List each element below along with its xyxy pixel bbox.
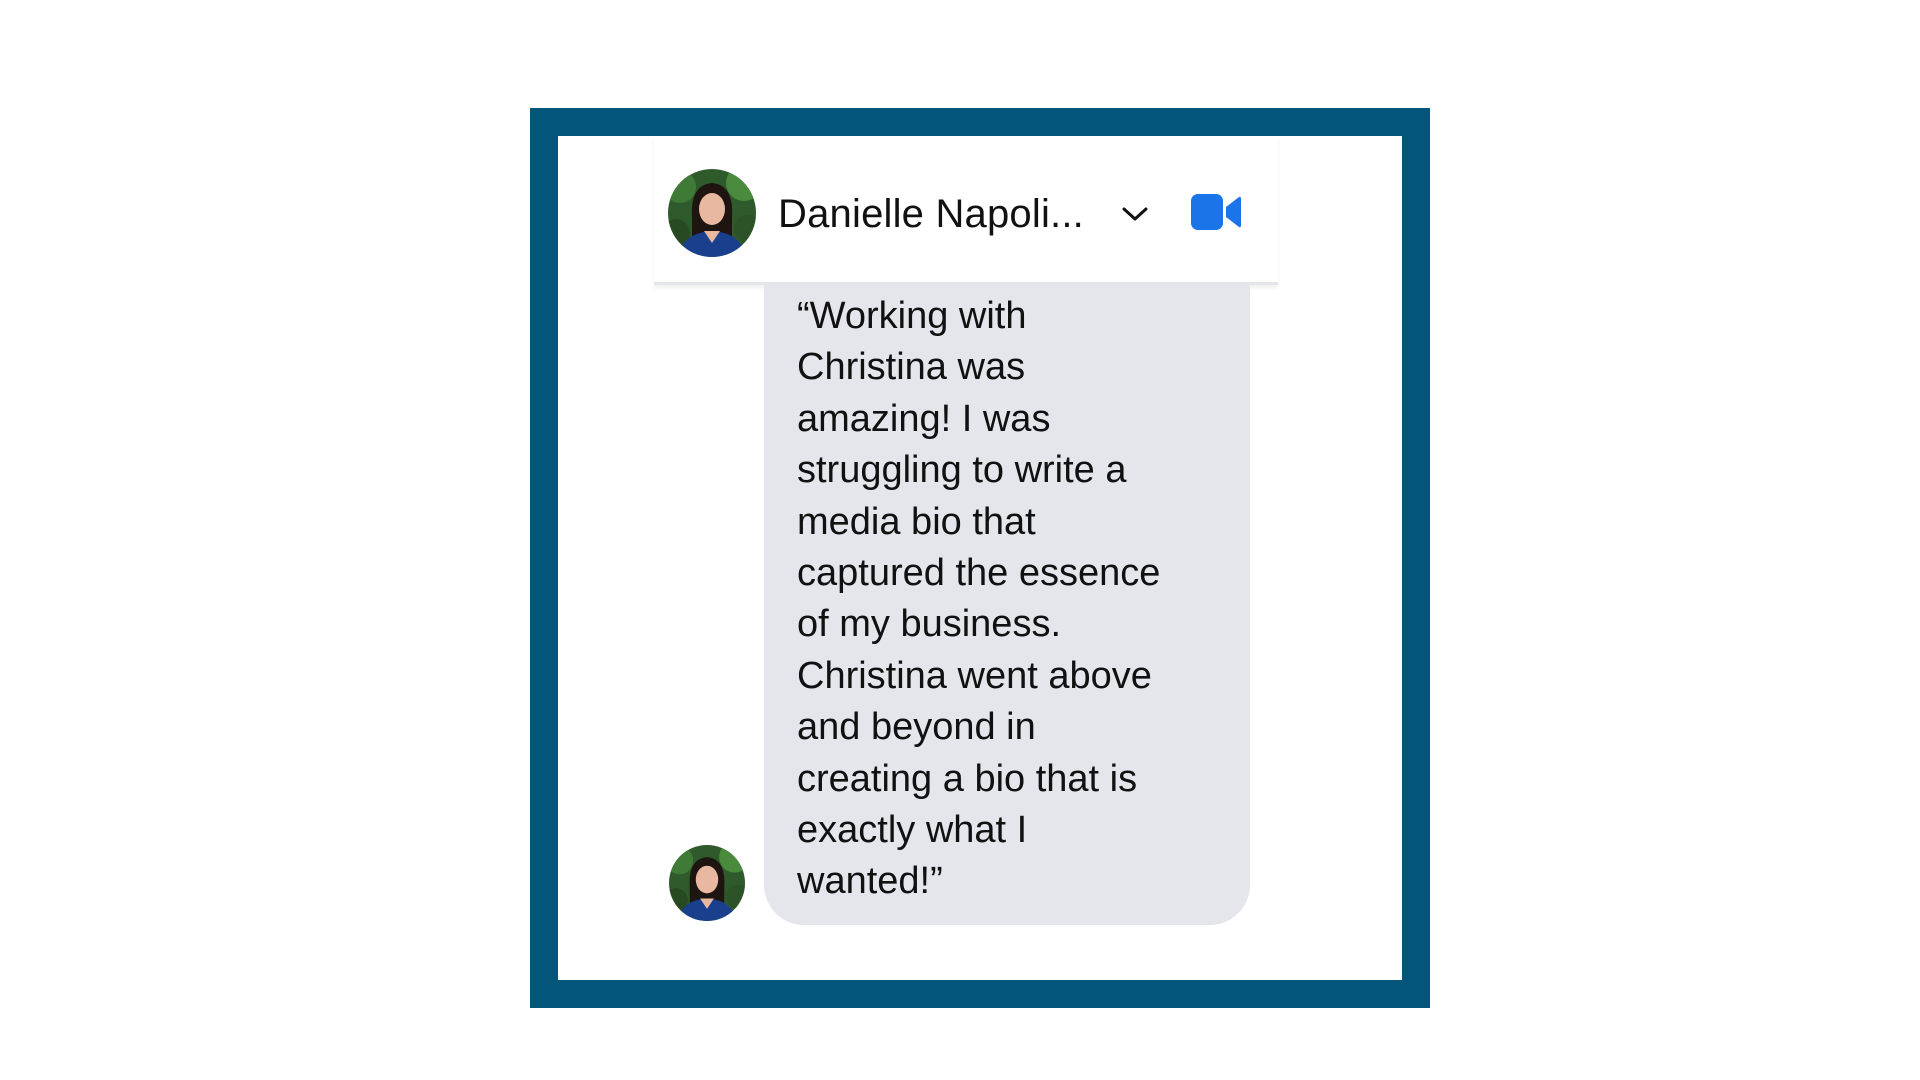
chat-header: Danielle Napoli... <box>654 136 1278 285</box>
contact-avatar[interactable] <box>668 169 756 257</box>
chat-card: Danielle Napoli... “Working with Christi… <box>558 136 1402 980</box>
message-bubble: “Working with Christina was amazing! I w… <box>764 285 1250 925</box>
testimonial-frame: Danielle Napoli... “Working with Christi… <box>530 108 1430 1008</box>
contact-name[interactable]: Danielle Napoli... <box>778 192 1084 237</box>
chevron-down-icon[interactable] <box>1120 204 1150 224</box>
sender-avatar[interactable] <box>669 845 745 921</box>
video-call-icon[interactable] <box>1191 192 1241 232</box>
message-text: “Working with Christina was amazing! I w… <box>797 295 1161 903</box>
